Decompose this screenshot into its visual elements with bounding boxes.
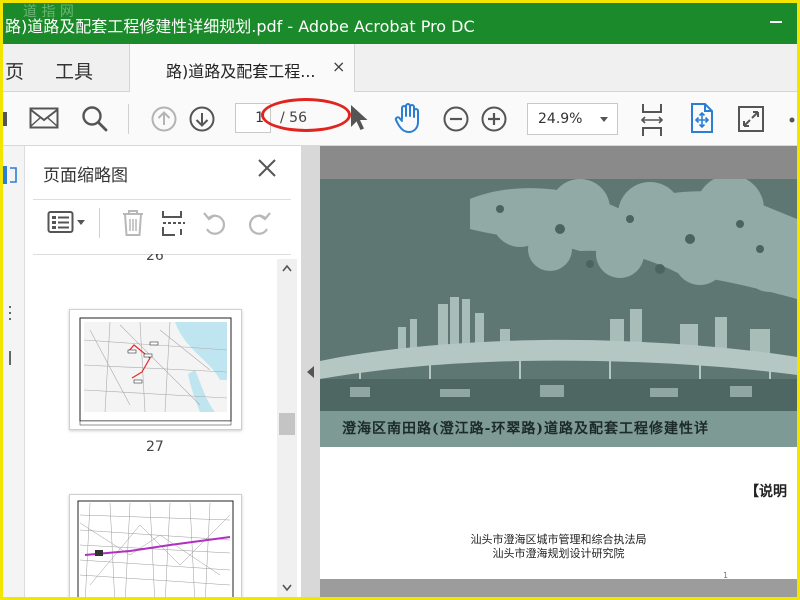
close-icon[interactable] <box>255 156 279 180</box>
zoom-out-icon[interactable] <box>442 105 470 133</box>
tab-bar: 页 工具 路)道路及配套工程... × <box>3 44 797 92</box>
layers-icon[interactable] <box>7 304 19 324</box>
window-title: 路)道路及配套工程修建性详细规划.pdf - Adobe Acrobat Pro… <box>5 17 475 36</box>
map-thumbnail-image <box>79 317 232 426</box>
document-page: 澄海区南田路(澄江路-环翠路)道路及配套工程修建性详 【说明 汕头市澄海区城市管… <box>320 179 797 580</box>
tab-home[interactable]: 页 <box>5 57 24 84</box>
zoom-value: 24.9% <box>538 111 583 127</box>
trash-icon[interactable] <box>121 209 145 237</box>
tab-tools[interactable]: 工具 <box>55 57 93 84</box>
page-gap <box>320 579 797 597</box>
toolbar: 1 / 56 24.9% <box>3 92 797 146</box>
document-view[interactable]: 澄海区南田路(澄江路-环翠路)道路及配套工程修建性详 【说明 汕头市澄海区城市管… <box>302 146 797 597</box>
acrobat-window: 路)道路及配套工程修建性详细规划.pdf - Adobe Acrobat Pro… <box>3 3 797 597</box>
rotate-clockwise-icon[interactable] <box>243 209 273 237</box>
hand-tool-icon[interactable] <box>393 102 423 134</box>
zoom-dropdown[interactable]: 24.9% <box>527 103 618 135</box>
search-icon[interactable] <box>81 105 109 133</box>
tab-close-icon[interactable]: × <box>332 57 345 76</box>
thumbnail-options-icon[interactable] <box>47 209 87 235</box>
select-cursor-icon[interactable] <box>348 103 372 133</box>
save-icon[interactable] <box>3 110 9 128</box>
scroll-up-icon[interactable] <box>281 263 293 273</box>
minimize-button[interactable] <box>770 11 784 31</box>
panel-divider <box>33 199 291 200</box>
thumbnail-page-label: 26 <box>146 254 164 264</box>
collapse-panel-icon[interactable] <box>307 366 314 378</box>
thumbnail-page-28[interactable] <box>69 494 242 597</box>
fit-width-icon[interactable] <box>639 102 665 138</box>
bookmarks-icon[interactable] <box>7 349 19 369</box>
toolbar-separator <box>128 104 129 134</box>
explanation-label: 【说明 <box>745 484 787 500</box>
tab-document[interactable]: 路)道路及配套工程... × <box>129 44 355 92</box>
organization-line: 汕头市澄海规划设计研究院 <box>492 547 625 560</box>
annotation-ellipse <box>261 98 351 132</box>
thumbnail-page-27[interactable] <box>69 309 242 430</box>
cover-image <box>320 179 797 411</box>
rotate-counterclockwise-icon[interactable] <box>201 209 231 237</box>
mail-icon[interactable] <box>29 107 59 129</box>
panel-tool-separator <box>99 208 100 238</box>
thumbnail-scrollbar[interactable] <box>277 259 297 597</box>
title-bar: 路)道路及配套工程修建性详细规划.pdf - Adobe Acrobat Pro… <box>3 3 797 44</box>
scroll-down-icon[interactable] <box>281 583 293 593</box>
fit-page-icon[interactable] <box>689 102 715 134</box>
panel-collapse-bar[interactable] <box>302 146 320 597</box>
watermark: 道 指 网 <box>23 4 74 20</box>
map-thumbnail-image <box>77 500 234 597</box>
panel-title: 页面缩略图 <box>43 166 128 186</box>
thumbnail-panel: 页面缩略图 26 27 <box>25 146 302 597</box>
active-pane-indicator <box>3 166 7 184</box>
chevron-down-icon <box>600 117 608 122</box>
next-page-icon[interactable] <box>188 105 216 133</box>
previous-page-icon[interactable] <box>150 105 178 133</box>
zoom-in-icon[interactable] <box>480 105 508 133</box>
extract-pages-icon[interactable] <box>161 209 187 237</box>
more-options-icon[interactable] <box>787 116 797 124</box>
thumbnail-page-label: 27 <box>146 439 164 455</box>
full-screen-icon[interactable] <box>737 105 765 133</box>
cover-photo <box>320 179 797 411</box>
tab-document-label: 路)道路及配套工程... <box>166 62 316 81</box>
scrollbar-thumb[interactable] <box>279 413 295 435</box>
page-thumbnails-icon[interactable] <box>8 166 20 184</box>
document-title: 澄海区南田路(澄江路-环翠路)道路及配套工程修建性详 <box>342 421 710 437</box>
navigation-pane-strip <box>3 146 25 597</box>
